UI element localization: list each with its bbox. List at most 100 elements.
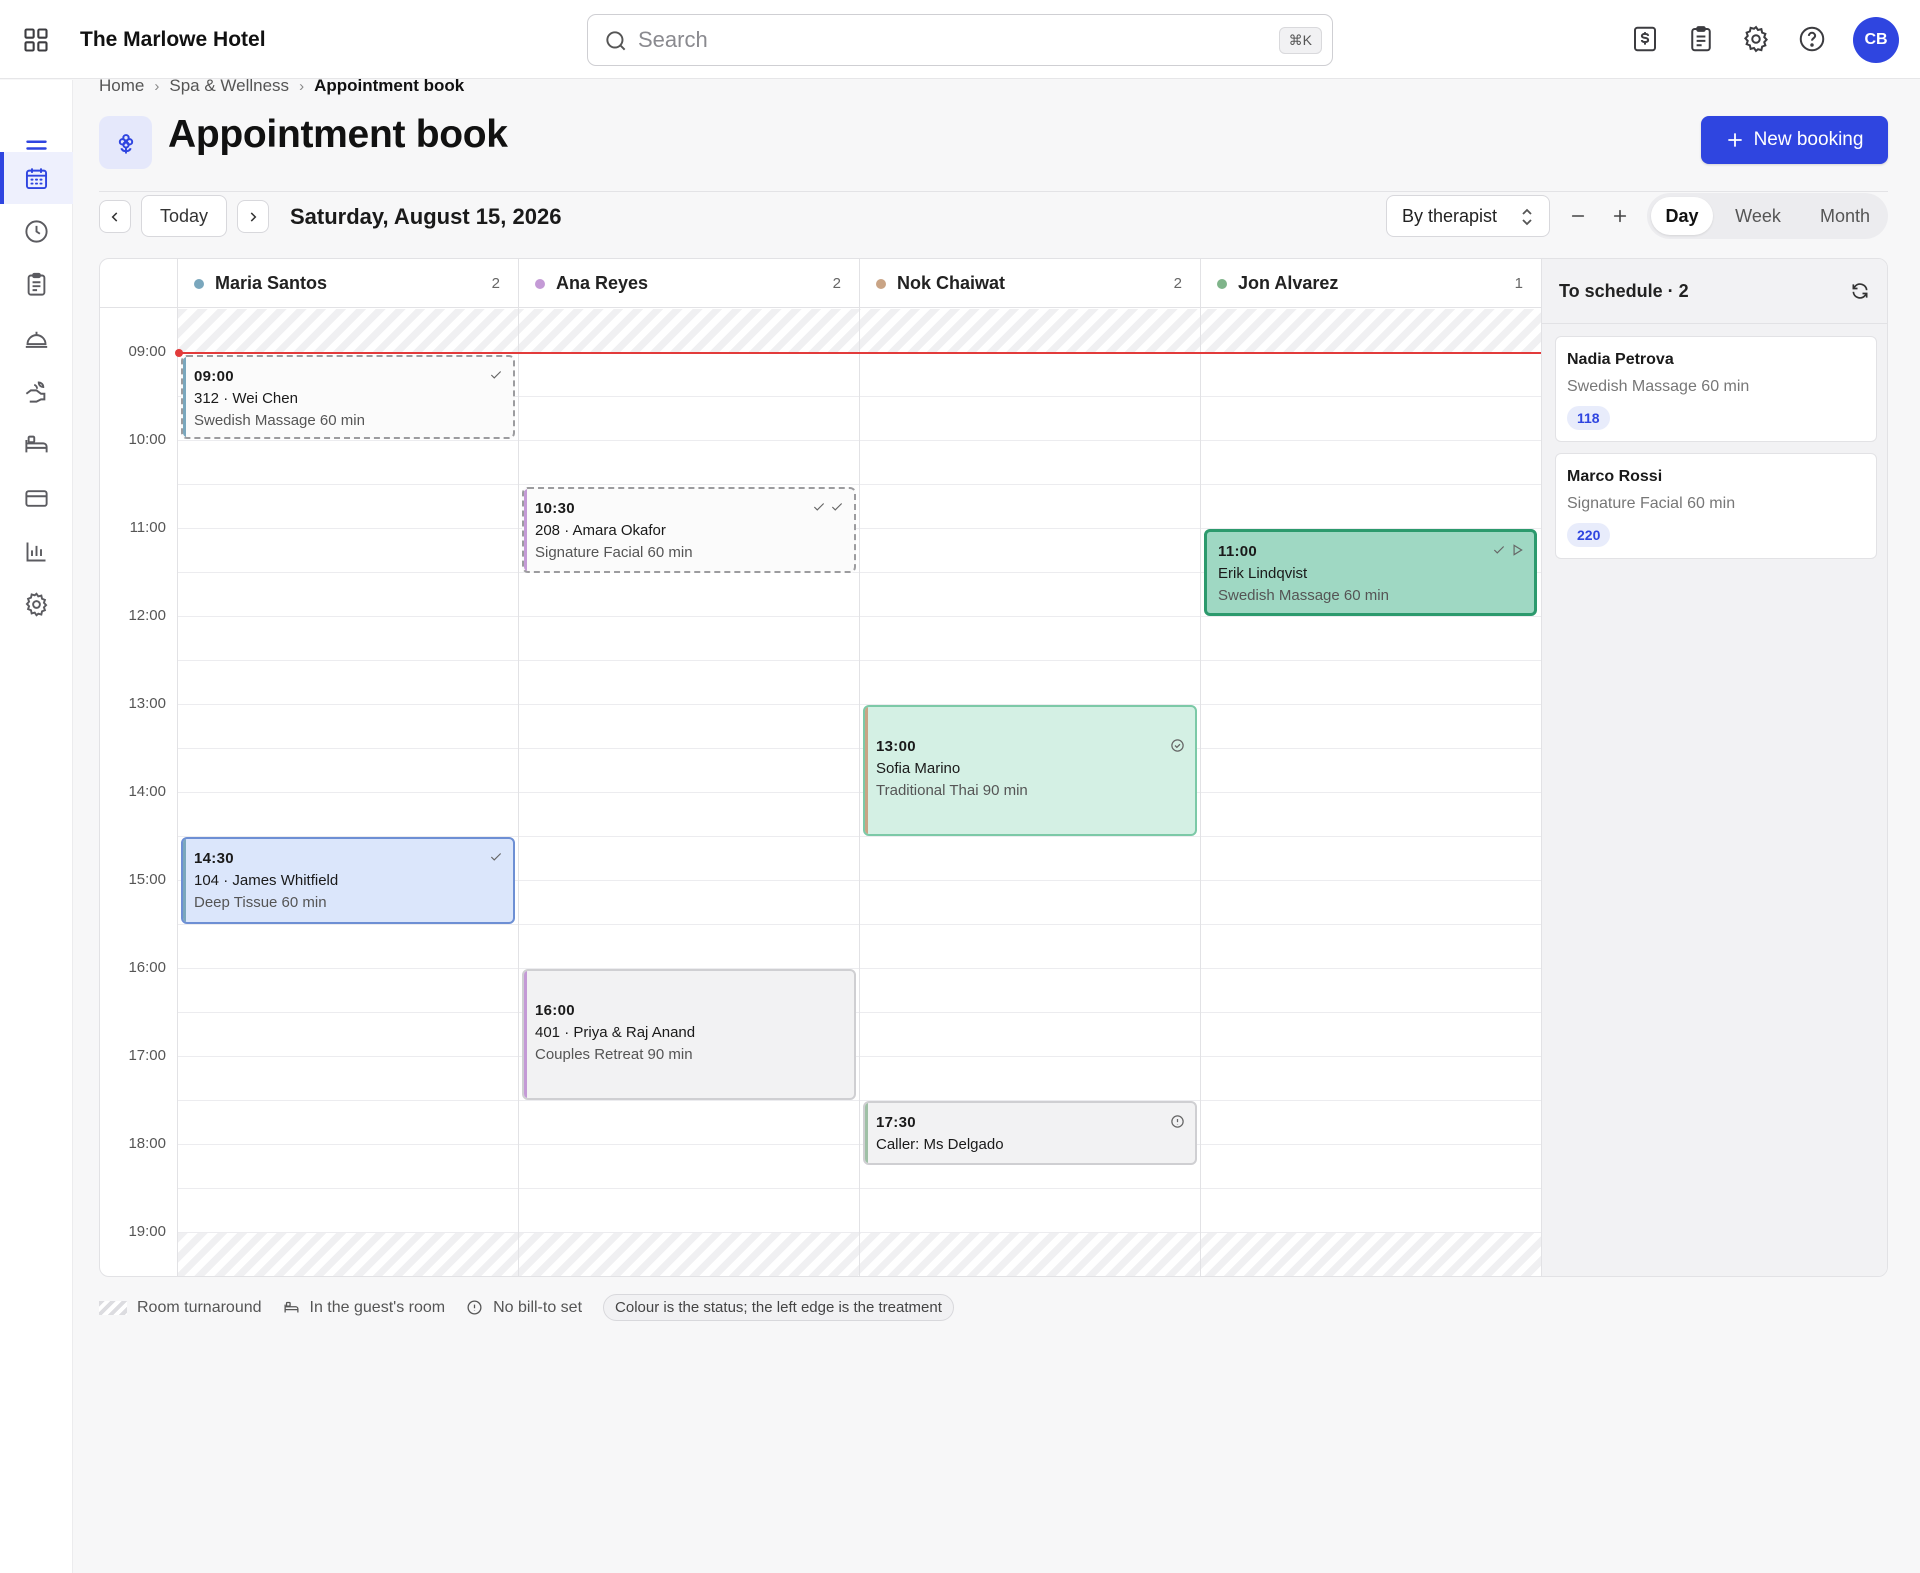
panel-header: To schedule · 2 [1542,259,1887,324]
plus-icon [1727,133,1742,147]
refresh-icon[interactable] [1850,281,1870,301]
guest-name: Nadia Petrova [1567,351,1674,368]
therapist-name: Jon Alvarez [1238,273,1339,293]
lotus-icon [99,116,152,169]
appointment-card[interactable]: 13:00 Sofia Marino Traditional Thai 90 m… [863,705,1197,836]
view-week[interactable]: Week [1721,197,1795,235]
therapist-name: Maria Santos [215,273,328,293]
current-time-line [178,352,1541,354]
settings-icon[interactable] [0,578,73,630]
new-booking-button[interactable]: New booking [1701,116,1888,164]
billing-icon[interactable] [1630,24,1660,54]
calendar-icon[interactable] [0,152,73,204]
settings-icon[interactable] [1741,24,1771,54]
page-title: Appointment book [168,113,508,156]
appointment-guest: Caller: Ms Delgado [876,1136,1004,1153]
appointment-card[interactable]: 14:30 104 · James Whitfield Deep Tissue … [181,837,515,924]
view-day[interactable]: Day [1651,197,1713,235]
time-label: 16:00 [128,959,166,976]
legend-in-room: In the guest's room [283,1298,446,1317]
legend-turnaround: Room turnaround [99,1299,262,1317]
help-icon[interactable] [1797,24,1827,54]
zoom-out-button[interactable] [1563,202,1593,230]
therapist-header-row: Maria Santos 2 Ana Reyes 2 Nok Chaiwat 2… [100,259,1541,308]
appointment-time: 16:00 [535,1002,575,1019]
search-bar[interactable]: ⌘K [587,14,1333,66]
check-circle-icon [1171,739,1184,752]
column-divider [1200,308,1201,1276]
group-by-select[interactable]: By therapist [1386,195,1550,237]
user-avatar[interactable]: CB [1853,17,1899,63]
calendar-grid: Maria Santos 2 Ana Reyes 2 Nok Chaiwat 2… [99,258,1888,1277]
therapist-column-header[interactable]: Ana Reyes 2 [518,259,859,308]
today-button[interactable]: Today [141,195,227,237]
appointment-service: Couples Retreat 90 min [535,1046,693,1063]
new-booking-label: New booking [1753,129,1864,150]
appointment-card[interactable]: 09:00 312 · Wei Chen Swedish Massage 60 … [181,355,515,439]
therapist-column-header[interactable]: Jon Alvarez 1 [1200,259,1541,308]
appointment-card[interactable]: 11:00 Erik Lindqvist Swedish Massage 60 … [1204,529,1537,616]
chart-icon[interactable] [0,525,73,577]
chevron-updown-icon [1522,208,1532,226]
therapist-dot [876,279,886,289]
therapist-column-header[interactable]: Maria Santos 2 [177,259,518,308]
appointment-time: 17:30 [876,1114,916,1131]
service-name: Signature Facial 60 min [1567,495,1736,512]
bed-icon [284,1301,299,1313]
treatment-edge [183,839,186,922]
search-shortcut: ⌘K [1278,27,1322,54]
room-badge: 118 [1567,406,1610,430]
appointment-card[interactable]: 10:30 208 · Amara Okafor Signature Facia… [522,487,856,573]
appointment-time: 14:30 [194,850,234,867]
treatment-edge [524,489,527,571]
appointment-service: Signature Facial 60 min [535,544,693,561]
next-day-button[interactable] [237,200,269,233]
column-divider [177,308,178,1276]
appointment-count: 2 [491,275,500,292]
appointment-guest: 104 · James Whitfield [194,872,339,889]
app-grid-icon[interactable] [22,26,50,54]
therapist-name: Ana Reyes [556,273,649,293]
therapist-dot [194,279,204,289]
search-input[interactable] [638,23,1238,57]
legend-no-bill: No bill-to set [466,1299,582,1317]
appointment-count: 2 [832,275,841,292]
clock-icon[interactable] [0,205,73,257]
check-icon [490,371,502,379]
time-label: 09:00 [128,343,166,360]
minus-icon [1571,215,1585,217]
bed-icon[interactable] [0,418,73,470]
legend-label: Room turnaround [137,1298,262,1316]
plus-icon [1613,209,1627,223]
therapist-dot [535,279,545,289]
clipboard-icon[interactable] [0,258,73,310]
time-label: 17:00 [128,1047,166,1064]
room-badge: 220 [1567,523,1611,547]
appointment-card[interactable]: 17:30 Caller: Ms Delgado [863,1101,1197,1165]
treatment-edge [524,971,527,1098]
legend-note: Colour is the status; the left edge is t… [603,1294,954,1321]
legend-label: In the guest's room [309,1298,446,1316]
treatment-edge [183,357,186,437]
legend-label: No bill-to set [493,1298,583,1316]
prev-day-button[interactable] [99,200,131,233]
zoom-in-button[interactable] [1605,202,1635,230]
breadcrumb-home[interactable]: Home [99,76,144,96]
spa-hand-icon[interactable] [0,365,73,417]
chevron-right-icon: › [299,77,305,95]
appointment-guest: Sofia Marino [876,760,961,777]
service-bell-icon[interactable] [0,312,73,364]
clipboard-icon[interactable] [1686,24,1716,54]
appointment-service: Deep Tissue 60 min [194,894,327,911]
therapist-column-header[interactable]: Nok Chaiwat 2 [859,259,1200,308]
time-label: 14:00 [128,783,166,800]
time-label: 19:00 [128,1223,166,1240]
chevron-right-icon [250,211,257,222]
service-name: Swedish Massage 60 min [1567,378,1750,395]
view-month[interactable]: Month [1805,197,1885,235]
unscheduled-booking-card[interactable]: Marco Rossi Signature Facial 60 min 220 [1555,453,1877,559]
appointment-card[interactable]: 16:00 401 · Priya & Raj Anand Couples Re… [522,969,856,1100]
breadcrumb-spa-wellness[interactable]: Spa & Wellness [169,76,289,96]
card-icon[interactable] [0,472,73,524]
unscheduled-booking-card[interactable]: Nadia Petrova Swedish Massage 60 min 118 [1555,336,1877,442]
